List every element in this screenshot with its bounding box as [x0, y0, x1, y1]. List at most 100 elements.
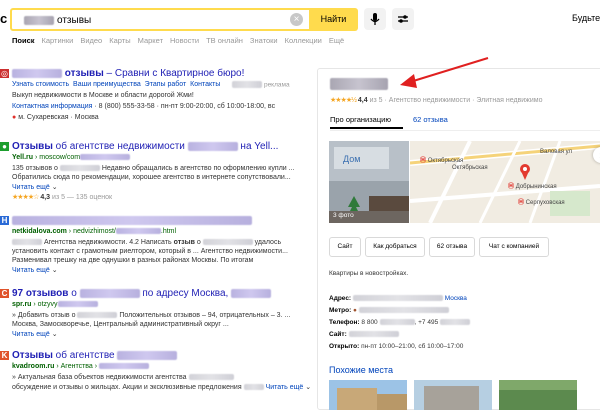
result-title[interactable]: Отзывы об агентстве недвижимости на Yell… — [12, 141, 278, 152]
blurred-text — [348, 331, 399, 338]
clear-icon[interactable]: × — [290, 13, 303, 26]
result-title[interactable]: 97 отзывов о по адресу Москва, — [12, 288, 272, 299]
blurred-text — [12, 239, 42, 246]
blurred-text — [243, 384, 264, 391]
result-snippet: 135 отзывов о Недавно обращались в агент… — [12, 165, 295, 172]
address-link[interactable]: Москва — [445, 295, 467, 302]
blurred-text — [117, 350, 178, 360]
blurred-text — [187, 141, 238, 151]
tab-search[interactable]: Поиск — [12, 36, 35, 45]
metro-row: Метро: ● — [329, 307, 449, 314]
result-snippet: обсуждение и отзывы о жильцах. Акции и э… — [12, 384, 312, 391]
favicon-icon: K — [0, 351, 9, 360]
result-title[interactable]: отзывы – Сравни с Квартирное бюро! — [12, 68, 244, 79]
chat-button[interactable]: Чат с компанией — [479, 237, 549, 257]
result-url[interactable]: Yell.ru › moscow/com — [12, 154, 131, 161]
blurred-text — [440, 319, 470, 326]
website-button[interactable]: Сайт — [329, 237, 361, 257]
active-tab-indicator — [330, 127, 403, 129]
building-image — [414, 380, 492, 410]
location-map[interactable]: Валовая ул Ⓜ Октябрьская Октябрьская Ⓜ Д… — [410, 141, 600, 223]
search-query-visible: отзывы — [57, 15, 92, 26]
metro-icon: ● — [353, 307, 357, 314]
address-line: ● м. Сухаревская · Москва — [12, 114, 99, 121]
find-button[interactable]: Найти — [309, 8, 358, 31]
organization-category: Квартиры в новостройках. — [329, 270, 409, 277]
sitelinks: Узнать стоимость Ваши преимущества Этапы… — [12, 81, 220, 88]
microphone-icon — [370, 13, 380, 25]
tab-more[interactable]: Ещё — [329, 36, 344, 45]
tab-images[interactable]: Картинки — [42, 36, 74, 45]
similar-places-title[interactable]: Похожие места — [329, 365, 393, 375]
svg-text:Дом: Дом — [343, 154, 360, 164]
blurred-text — [99, 363, 150, 370]
result-snippet: Агентства недвижимости. 4.2 Написать отз… — [12, 239, 281, 246]
result-title[interactable]: Отзывы об агентстве — [12, 350, 178, 361]
sitelink[interactable]: Ваши преимущества — [73, 81, 141, 88]
tab-video[interactable]: Видео — [80, 36, 102, 45]
map-label: Ⓜ Добрынинская — [508, 184, 557, 190]
microphone-button[interactable] — [364, 8, 386, 30]
sitelink[interactable]: Контакты — [190, 81, 220, 88]
reviews-button[interactable]: 62 отзыва — [429, 237, 475, 257]
similar-place-thumbnail[interactable] — [329, 380, 407, 410]
result-url[interactable]: kvadroom.ru › Агентства › — [12, 363, 150, 370]
favicon-icon: C — [0, 289, 9, 298]
filters-button[interactable] — [392, 8, 414, 30]
sitelink[interactable]: Этапы работ — [145, 81, 187, 88]
office-photo-image: Дом — [329, 141, 409, 223]
favicon-icon: H — [0, 216, 9, 225]
blurred-text — [231, 288, 272, 298]
logo-fragment[interactable]: с — [0, 11, 7, 26]
ad-badge: реклама — [232, 81, 290, 88]
read-more-link[interactable]: Читать ещё ⌄ — [12, 183, 58, 191]
organization-rating: ★★★★½ 4,4 из 5 · Агентство недвижимости … — [330, 97, 543, 104]
address-row: Адрес: Москва — [329, 295, 467, 302]
contact-line: Контактная информация · 8 (800) 555-33-5… — [12, 103, 276, 110]
similar-place-thumbnail[interactable] — [414, 380, 492, 410]
directions-button[interactable]: Как добраться — [365, 237, 425, 257]
blurred-text — [12, 215, 252, 225]
result-snippet: » Добавить отзыв о Положительных отзывов… — [12, 312, 291, 319]
blurred-text — [358, 307, 449, 314]
read-more-link[interactable]: Читать ещё — [266, 384, 304, 391]
blurred-text — [59, 165, 100, 172]
blurred-text — [330, 78, 388, 90]
blurred-text — [79, 288, 140, 298]
rating-stars-icon: ★★★★☆ — [12, 194, 39, 201]
sitelink[interactable]: Узнать стоимость — [12, 81, 69, 88]
organization-card: ★★★★½ 4,4 из 5 · Агентство недвижимости … — [317, 68, 600, 410]
result-url[interactable]: spr.ru › otzyvy — [12, 301, 98, 308]
blurred-text — [24, 15, 54, 25]
tab-market[interactable]: Маркет — [138, 36, 163, 45]
tab-about[interactable]: Про организацию — [330, 115, 391, 124]
result-title[interactable] — [12, 215, 252, 226]
organization-name[interactable] — [330, 78, 388, 90]
rating-stars-icon: ★★★★½ — [330, 97, 357, 104]
tab-tv[interactable]: ТВ онлайн — [206, 36, 243, 45]
blurred-text — [80, 154, 131, 161]
result-url[interactable]: netkidalova.com › nedvizhimost/.html — [12, 228, 176, 235]
login-link[interactable]: Будьте в — [572, 13, 600, 23]
tab-experts[interactable]: Знатоки — [250, 36, 278, 45]
building-image — [499, 380, 577, 410]
blurred-text — [12, 68, 62, 78]
contact-link[interactable]: Контактная информация — [12, 103, 92, 110]
search-query-text: отзывы — [24, 15, 91, 26]
tab-collections[interactable]: Коллекции — [285, 36, 322, 45]
office-photo[interactable]: Дом 3 фото — [329, 141, 409, 223]
favicon-icon: ● — [0, 142, 9, 151]
blurred-text — [232, 81, 262, 88]
tab-news[interactable]: Новости — [170, 36, 199, 45]
divider — [330, 130, 600, 131]
tab-maps[interactable]: Карты — [109, 36, 130, 45]
read-more-link[interactable]: Читать ещё ⌄ — [12, 330, 58, 338]
tab-reviews[interactable]: 62 отзыва — [413, 115, 448, 124]
search-input[interactable]: отзывы × Найти — [10, 8, 358, 31]
read-more-link[interactable]: Читать ещё ⌄ — [12, 266, 58, 274]
result-snippet: Выкуп недвижимости в Москве и области до… — [12, 92, 194, 99]
blurred-text — [57, 301, 98, 308]
blurred-text — [188, 374, 234, 381]
blurred-text — [115, 228, 161, 235]
similar-place-thumbnail[interactable] — [499, 380, 577, 410]
